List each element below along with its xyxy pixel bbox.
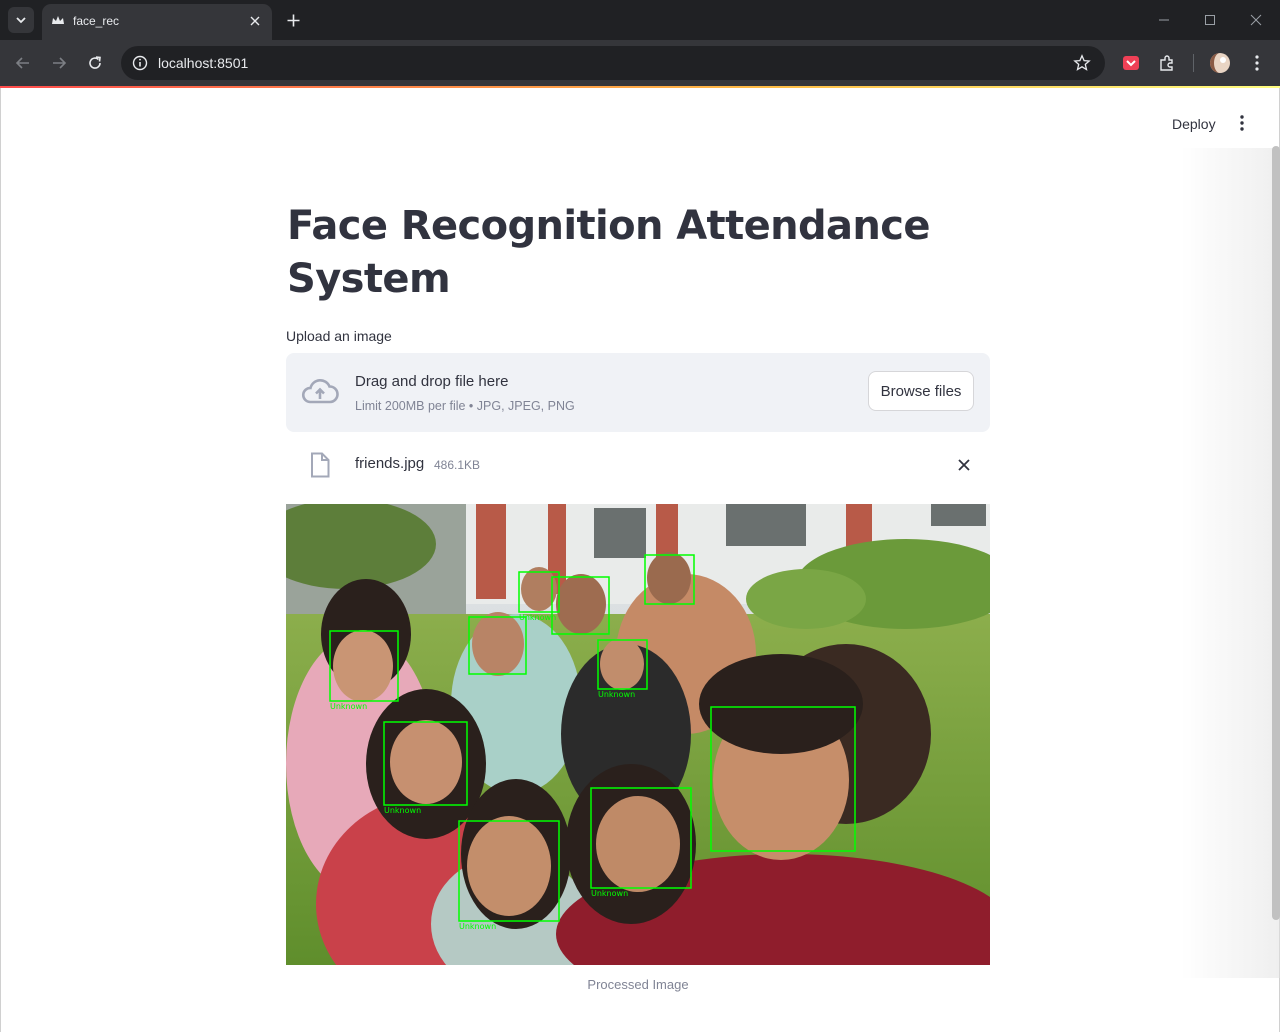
forward-button[interactable] bbox=[48, 52, 70, 74]
browser-tab[interactable]: face_rec bbox=[42, 4, 272, 40]
arrow-right-icon bbox=[53, 57, 67, 69]
cloud-upload-icon bbox=[301, 379, 339, 404]
site-info-icon[interactable] bbox=[131, 54, 149, 72]
deploy-button[interactable]: Deploy bbox=[1164, 112, 1224, 136]
window-close-button[interactable] bbox=[1246, 10, 1266, 30]
toolbar-divider bbox=[1193, 54, 1194, 72]
pocket-icon bbox=[1123, 56, 1139, 70]
processed-image: Unknown Unknown Unknown Unknown Unknown … bbox=[286, 504, 990, 965]
browser-menu-button[interactable] bbox=[1246, 52, 1268, 74]
more-vertical-icon bbox=[1255, 55, 1259, 71]
minimize-icon bbox=[1159, 19, 1169, 21]
main-menu-button[interactable] bbox=[1233, 112, 1251, 134]
tab-title: face_rec bbox=[73, 14, 120, 28]
remove-file-button[interactable] bbox=[954, 455, 974, 475]
streamlit-crown-icon bbox=[52, 16, 64, 24]
chevron-down-icon bbox=[16, 17, 26, 24]
avatar bbox=[1210, 53, 1230, 73]
plus-icon bbox=[287, 14, 299, 26]
page-scrollbar[interactable] bbox=[1272, 146, 1280, 920]
maximize-button[interactable] bbox=[1200, 10, 1220, 30]
reload-icon bbox=[89, 56, 101, 69]
pocket-extension-button[interactable] bbox=[1120, 52, 1142, 74]
group-photo-illustration: Unknown Unknown Unknown Unknown Unknown … bbox=[286, 504, 990, 965]
file-size: 486.1KB bbox=[434, 458, 481, 472]
close-icon bbox=[1250, 14, 1262, 26]
url-text[interactable]: localhost:8501 bbox=[158, 55, 248, 71]
arrow-left-icon bbox=[15, 57, 29, 69]
close-icon bbox=[958, 459, 970, 471]
back-button[interactable] bbox=[12, 52, 34, 74]
puzzle-icon bbox=[1160, 55, 1173, 71]
browser-toolbar: localhost:8501 bbox=[0, 40, 1280, 86]
dropzone-limits: Limit 200MB per file • JPG, JPEG, PNG bbox=[355, 399, 575, 413]
upload-label: Upload an image bbox=[286, 328, 392, 344]
face-label: Unknown bbox=[384, 806, 421, 815]
face-label: Unknown bbox=[591, 889, 628, 898]
sidebar-shadow bbox=[1181, 148, 1280, 978]
tab-close-button[interactable] bbox=[246, 12, 264, 30]
app-page: Deploy Face Recognition Attendance Syste… bbox=[0, 88, 1280, 1032]
more-vertical-icon bbox=[1240, 115, 1244, 131]
close-icon bbox=[250, 16, 260, 26]
uploaded-file-row: friends.jpg 486.1KB bbox=[286, 442, 990, 486]
bookmark-star-icon[interactable] bbox=[1073, 54, 1091, 72]
address-bar[interactable]: localhost:8501 bbox=[121, 46, 1105, 80]
face-label: Unknown bbox=[519, 613, 556, 622]
browse-files-button[interactable]: Browse files bbox=[868, 371, 974, 411]
image-caption: Processed Image bbox=[587, 977, 689, 992]
page-title: Face Recognition Attendance System bbox=[287, 203, 931, 302]
extensions-button[interactable] bbox=[1156, 52, 1178, 74]
reload-button[interactable] bbox=[84, 52, 106, 74]
file-name: friends.jpg bbox=[355, 455, 425, 472]
browser-titlebar: face_rec bbox=[0, 0, 1280, 40]
dropzone-title: Drag and drop file here bbox=[355, 373, 509, 390]
face-label: Unknown bbox=[598, 690, 635, 699]
face-label: Unknown bbox=[330, 702, 367, 711]
minimize-button[interactable] bbox=[1154, 10, 1174, 30]
file-icon bbox=[311, 452, 330, 478]
face-label: Unknown bbox=[459, 922, 496, 931]
profile-button[interactable] bbox=[1209, 52, 1231, 74]
tab-search-button[interactable] bbox=[8, 7, 34, 33]
file-dropzone[interactable]: Drag and drop file here Limit 200MB per … bbox=[286, 353, 990, 432]
maximize-icon bbox=[1205, 15, 1215, 25]
new-tab-button[interactable] bbox=[283, 10, 303, 30]
